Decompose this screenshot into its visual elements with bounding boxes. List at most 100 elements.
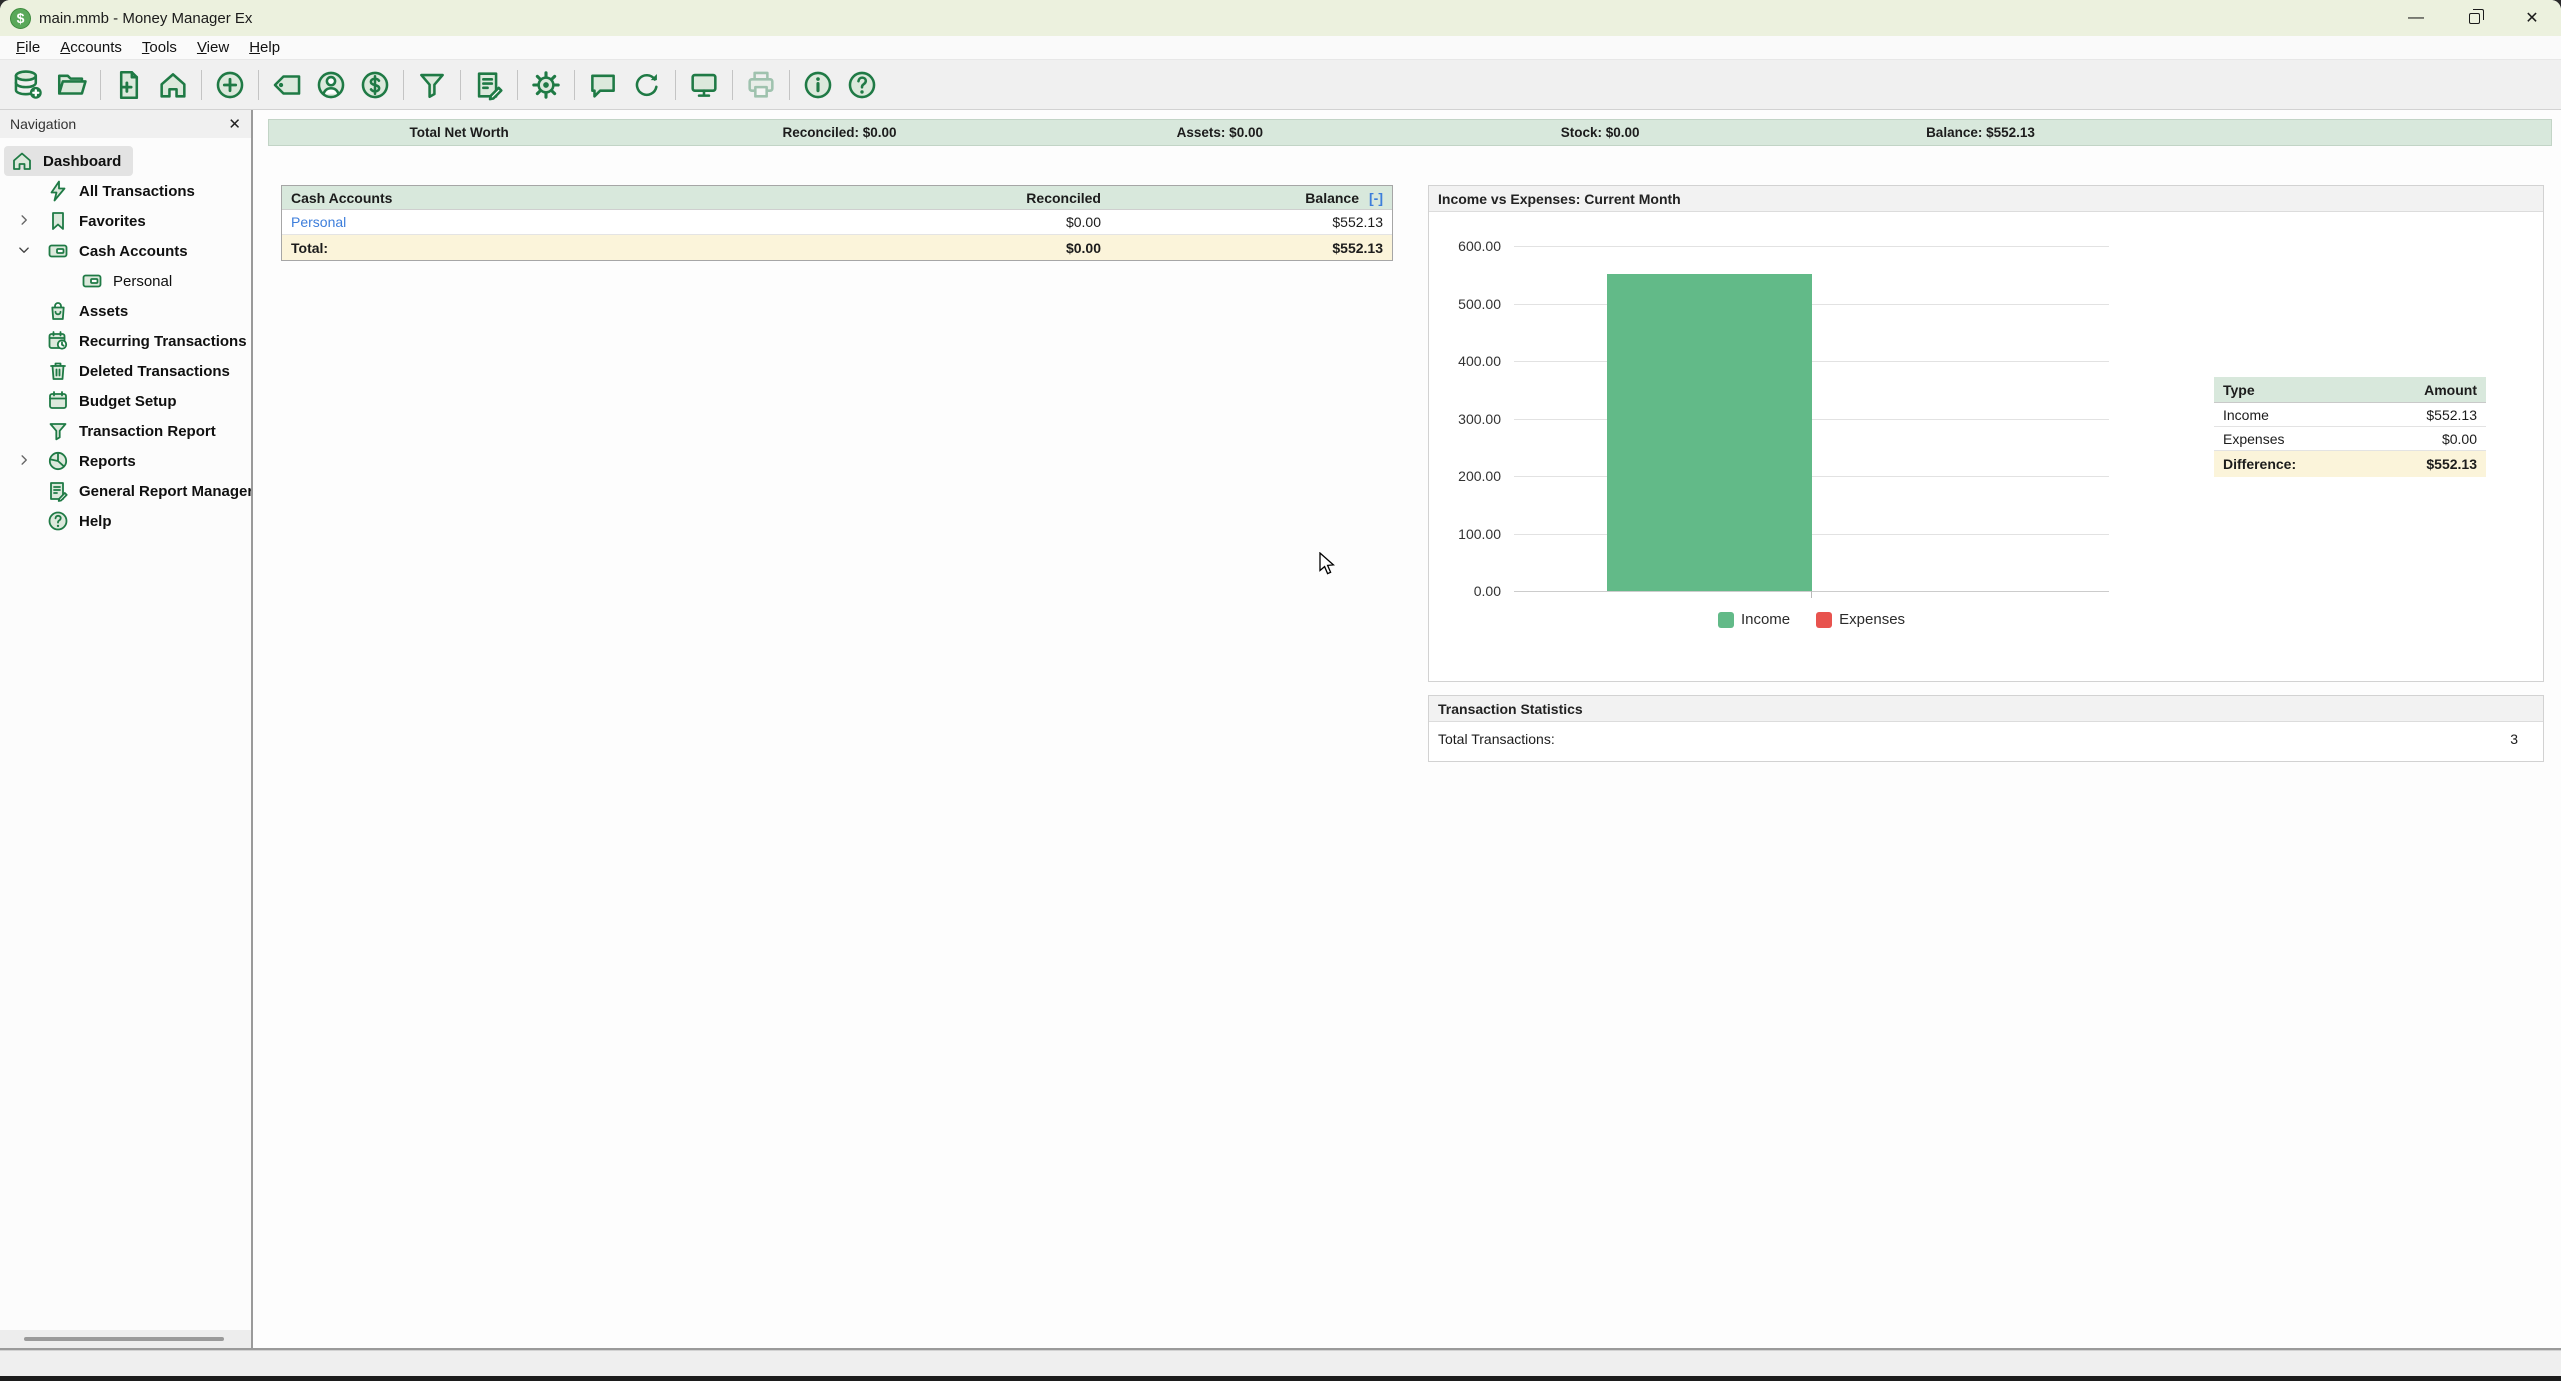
menu-help[interactable]: Help	[239, 38, 290, 57]
sidebar-item-reports[interactable]: Reports	[0, 446, 251, 476]
cash-accounts-panel: Cash Accounts Reconciled Balance[-] Pers…	[281, 185, 1393, 261]
bar-chart: 0.00100.00200.00300.00400.00500.00600.00	[1514, 246, 2109, 591]
cash-accounts-title: Cash Accounts	[291, 190, 801, 206]
total-transactions-label: Total Transactions:	[1438, 731, 1555, 747]
sidebar-item-dashboard[interactable]: Dashboard	[0, 146, 251, 176]
new-database-button[interactable]	[6, 63, 50, 107]
payees-button[interactable]	[309, 63, 353, 107]
navigation-hscrollbar[interactable]	[0, 1330, 251, 1348]
menu-tools[interactable]: Tools	[132, 38, 187, 57]
transaction-filter-button[interactable]	[410, 63, 454, 107]
new-account-button[interactable]	[107, 63, 151, 107]
calendar-clock-icon	[46, 329, 70, 353]
transaction-statistics-header: Transaction Statistics	[1429, 696, 2543, 722]
open-database-button[interactable]	[50, 63, 94, 107]
dashboard-button[interactable]	[151, 63, 195, 107]
navigation-tree: Dashboard All Transactions Favorites Cash A…	[0, 138, 251, 1330]
toolbar-separator	[258, 70, 259, 100]
options-button[interactable]	[524, 63, 568, 107]
legend-swatch	[1718, 612, 1734, 628]
sidebar-item-budget-setup[interactable]: Budget Setup	[0, 386, 251, 416]
income-expenses-panel-header: Income vs Expenses: Current Month	[1429, 186, 2543, 212]
toolbar-separator	[403, 70, 404, 100]
account-link-personal[interactable]: Personal	[291, 214, 346, 230]
account-balance-value: $552.13	[1101, 214, 1383, 230]
summary-bar: Total Net Worth Reconciled: $0.00 Assets…	[268, 119, 2552, 146]
full-screen-button[interactable]	[682, 63, 726, 107]
chart-area: 0.00100.00200.00300.00400.00500.00600.00…	[1429, 213, 2543, 681]
sidebar-item-transaction-report[interactable]: Transaction Report	[0, 416, 251, 446]
close-button[interactable]: ✕	[2503, 0, 2561, 36]
income-expenses-panel: Income vs Expenses: Current Month 0.0010…	[1428, 185, 2544, 682]
sidebar-item-personal[interactable]: Personal	[0, 266, 251, 296]
menu-view[interactable]: View	[187, 38, 239, 57]
sidebar-item-help[interactable]: Help	[0, 506, 251, 536]
check-updates-button[interactable]	[625, 63, 669, 107]
chevron-right-icon[interactable]	[15, 211, 33, 229]
wallet-icon	[46, 239, 70, 263]
help-button[interactable]	[840, 63, 884, 107]
news-button[interactable]	[581, 63, 625, 107]
doc-edit-icon	[472, 68, 506, 102]
currencies-button[interactable]	[353, 63, 397, 107]
info-icon	[801, 68, 835, 102]
y-axis-tick-label: 600.00	[1431, 238, 1501, 254]
collapse-panel-link[interactable]: [-]	[1369, 190, 1383, 206]
about-button[interactable]	[796, 63, 840, 107]
income-label: Income	[2223, 407, 2269, 423]
sidebar-item-assets[interactable]: Assets	[0, 296, 251, 326]
chevron-down-icon[interactable]	[15, 241, 33, 259]
expenses-row: Expenses $0.00	[2214, 427, 2486, 451]
restore-icon	[2469, 13, 2480, 24]
title-bar: $ main.mmb - Money Manager Ex — ✕	[0, 0, 2561, 36]
gridline	[1514, 419, 2109, 420]
total-reconciled-value: $0.00	[801, 240, 1101, 256]
total-transactions-value: 3	[2510, 731, 2518, 747]
chevron-right-icon[interactable]	[15, 451, 33, 469]
sidebar-item-general-report-manager[interactable]: General Report Manager	[0, 476, 251, 506]
funnel-icon	[46, 419, 70, 443]
y-axis-tick-label: 200.00	[1431, 468, 1501, 484]
plus-circle-icon	[213, 68, 247, 102]
sidebar-item-label: Favorites	[79, 213, 146, 230]
restore-button[interactable]	[2445, 0, 2503, 36]
menu-accounts[interactable]: Accounts	[50, 38, 132, 57]
bubble-icon	[586, 68, 620, 102]
main-area: Navigation ✕ DashboardAll TransactionsFa…	[0, 110, 2561, 1350]
summary-total-net-worth: Total Net Worth	[269, 125, 649, 140]
summary-balance: Balance: $552.13	[1790, 125, 2170, 140]
scrollbar-thumb[interactable]	[24, 1337, 224, 1341]
sidebar-item-label: All Transactions	[79, 183, 195, 200]
home-icon	[10, 149, 34, 173]
y-axis-tick-label: 100.00	[1431, 526, 1501, 542]
general-report-manager-button[interactable]	[467, 63, 511, 107]
legend-swatch	[1816, 612, 1832, 628]
difference-amount: $552.13	[2426, 456, 2477, 472]
wallet-icon	[80, 269, 104, 293]
sidebar-item-cash-accounts[interactable]: Cash Accounts	[0, 236, 251, 266]
sidebar-item-favorites[interactable]: Favorites	[0, 206, 251, 236]
sidebar-item-label: Deleted Transactions	[79, 363, 230, 380]
navigation-close-icon[interactable]: ✕	[228, 117, 241, 132]
summary-assets: Assets: $0.00	[1030, 125, 1410, 140]
trash-icon	[46, 359, 70, 383]
minimize-button[interactable]: —	[2387, 0, 2445, 36]
expenses-amount: $0.00	[2442, 431, 2477, 447]
menu-file[interactable]: File	[6, 38, 50, 57]
categories-button[interactable]	[265, 63, 309, 107]
cash-accounts-total-row: Total: $0.00 $552.13	[282, 235, 1392, 260]
sidebar-item-label: Assets	[79, 303, 128, 320]
content-area: Total Net Worth Reconciled: $0.00 Assets…	[253, 110, 2561, 1348]
sidebar-item-label: Budget Setup	[79, 393, 177, 410]
new-transaction-button[interactable]	[208, 63, 252, 107]
sidebar-item-all-transactions[interactable]: All Transactions	[0, 176, 251, 206]
y-axis-tick-label: 500.00	[1431, 296, 1501, 312]
account-row: Personal $0.00 $552.13	[282, 210, 1392, 235]
gear-icon	[529, 68, 563, 102]
sidebar-item-deleted-transactions[interactable]: Deleted Transactions	[0, 356, 251, 386]
app-window: $ main.mmb - Money Manager Ex — ✕ File A…	[0, 0, 2561, 1381]
window-title: main.mmb - Money Manager Ex	[39, 10, 252, 27]
toolbar-separator	[460, 70, 461, 100]
sidebar-item-recurring-transactions[interactable]: Recurring Transactions	[0, 326, 251, 356]
toolbar-separator	[789, 70, 790, 100]
